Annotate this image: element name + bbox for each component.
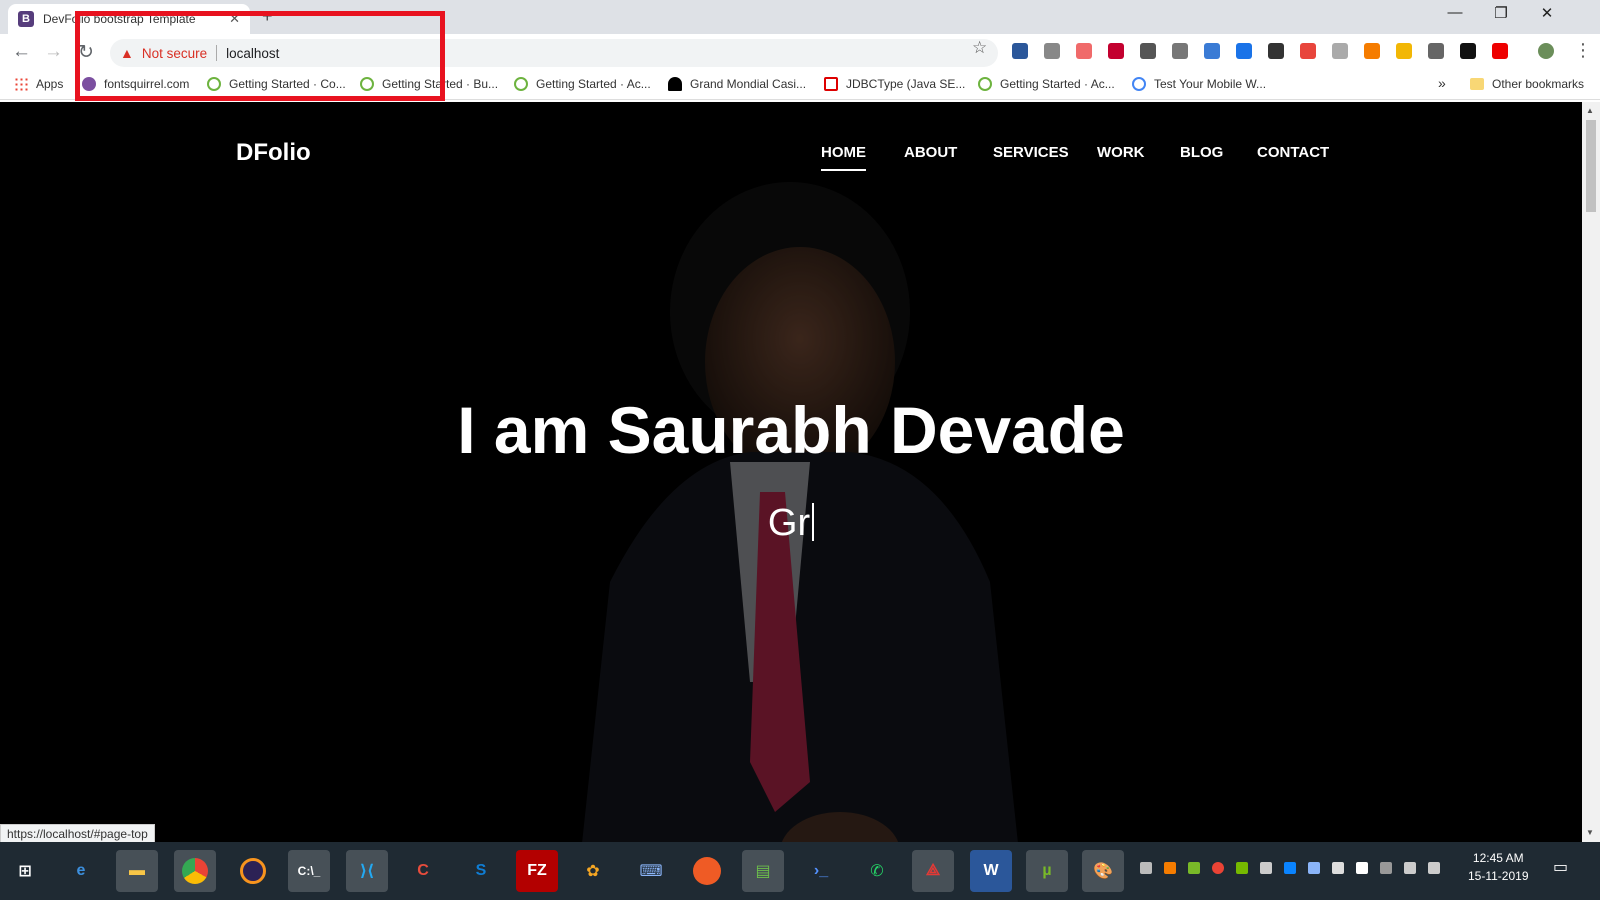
extension-icon[interactable] — [1044, 43, 1060, 59]
tray-chrome-icon[interactable] — [1212, 862, 1224, 874]
forward-icon[interactable]: → — [44, 41, 63, 63]
bookmarks-overflow-button[interactable]: » — [1438, 75, 1446, 91]
project-icon[interactable]: ▤ — [742, 850, 784, 892]
tray-icon[interactable] — [1260, 862, 1272, 874]
hero-typed-text: Gr — [0, 502, 1582, 545]
extension-icon[interactable] — [1140, 43, 1156, 59]
tray-icon[interactable] — [1356, 862, 1368, 874]
tray-icon[interactable] — [1332, 862, 1344, 874]
powershell-icon[interactable]: ›_ — [800, 850, 842, 892]
bookmark-item[interactable]: Test Your Mobile W... — [1132, 77, 1266, 91]
typed-text: Gr — [767, 502, 811, 544]
google-icon — [1132, 77, 1146, 91]
nav-blog-link[interactable]: BLOG — [1180, 144, 1223, 161]
chrome-icon[interactable] — [174, 850, 216, 892]
restore-icon[interactable]: ❐ — [1478, 4, 1524, 22]
windows-start-icon[interactable]: ⊞ — [4, 850, 46, 892]
tray-icon[interactable] — [1164, 862, 1176, 874]
hero-title: I am Saurabh Devade — [457, 393, 1125, 467]
utorrent-icon[interactable]: µ — [1026, 850, 1068, 892]
extension-icon[interactable] — [1460, 43, 1476, 59]
notification-center-icon[interactable]: ▭ — [1553, 857, 1568, 877]
back-icon[interactable]: ← — [12, 41, 31, 63]
nav-work-link[interactable]: WORK — [1097, 144, 1145, 161]
paint-icon[interactable]: 🎨 — [1082, 850, 1124, 892]
spade-icon — [668, 77, 682, 91]
bookmark-apps[interactable]: Apps — [14, 77, 63, 91]
nav-home-link[interactable]: HOME — [821, 144, 866, 171]
extension-icon[interactable] — [1428, 43, 1444, 59]
extension-icon[interactable] — [1076, 43, 1092, 59]
clock-time: 12:45 AM — [1472, 851, 1524, 865]
network-tool-icon[interactable]: ⌨ — [630, 850, 672, 892]
davinci-icon[interactable]: ✿ — [572, 850, 614, 892]
other-bookmarks-folder[interactable]: Other bookmarks — [1470, 77, 1584, 91]
page-scrollbar[interactable]: ▲ ▼ — [1582, 102, 1600, 842]
bookmark-item[interactable]: Getting Started · Ac... — [978, 77, 1115, 91]
spring-leaf-icon — [978, 77, 992, 91]
sublime-icon[interactable]: S — [460, 850, 502, 892]
tray-nvidia-icon[interactable] — [1236, 862, 1248, 874]
status-bar-url: https://localhost/#page-top — [0, 824, 155, 844]
bookmark-item[interactable]: Getting Started · Ac... — [514, 77, 651, 91]
acrobat-icon[interactable]: ⟁ — [912, 850, 954, 892]
bookmark-item[interactable]: Grand Mondial Casi... — [668, 77, 806, 91]
typing-caret — [812, 503, 815, 541]
windows-taskbar: ⊞ e ▬ C:\_ ⟩⟨ C S FZ ✿ ⌨ ▤ ›_ ✆ ⟁ W µ 🎨 … — [0, 842, 1600, 900]
angular-extension-icon[interactable] — [1108, 43, 1124, 59]
scroll-up-icon[interactable]: ▲ — [1586, 106, 1594, 115]
bluetooth-icon[interactable] — [1284, 862, 1296, 874]
system-clock[interactable]: 12:45 AM 15-11-2019 — [1468, 849, 1529, 885]
bookmark-star-icon[interactable]: ☆ — [972, 38, 987, 58]
menu-dots-icon[interactable]: ⋮ — [1574, 40, 1592, 61]
bookmark-item[interactable]: JDBCType (Java SE... — [824, 77, 965, 91]
edge-icon[interactable]: e — [60, 850, 102, 892]
profile-avatar[interactable] — [1538, 43, 1554, 59]
extension-icon[interactable] — [1172, 43, 1188, 59]
postman-icon[interactable] — [686, 850, 728, 892]
browser-chrome: B DevFolio bootstrap Template ✕ + — ❐ ✕ … — [0, 0, 1600, 102]
java-icon — [824, 77, 838, 91]
folder-icon — [1470, 78, 1484, 90]
webpage-viewport: DFolio HOME ABOUT SERVICES WORK BLOG CON… — [0, 102, 1582, 842]
bootstrap-favicon-icon: B — [18, 11, 34, 27]
battery-icon[interactable] — [1380, 862, 1392, 874]
nav-services-link[interactable]: SERVICES — [993, 144, 1069, 161]
close-window-icon[interactable]: ✕ — [1524, 4, 1570, 22]
extension-icon[interactable] — [1300, 43, 1316, 59]
extension-icon[interactable] — [1364, 43, 1380, 59]
annotation-highlight-box — [75, 11, 445, 101]
extension-icon[interactable] — [1204, 43, 1220, 59]
filezilla-icon[interactable]: FZ — [516, 850, 558, 892]
tray-icon[interactable] — [1188, 862, 1200, 874]
cmd-icon[interactable]: C:\_ — [288, 850, 330, 892]
file-explorer-icon[interactable]: ▬ — [116, 850, 158, 892]
extension-icon[interactable] — [1396, 43, 1412, 59]
eclipse-icon[interactable] — [232, 850, 274, 892]
extension-icon[interactable] — [1012, 43, 1028, 59]
wifi-icon[interactable] — [1404, 862, 1416, 874]
volume-icon[interactable] — [1428, 862, 1440, 874]
site-brand-logo[interactable]: DFolio — [236, 139, 311, 167]
extension-icon[interactable] — [1332, 43, 1348, 59]
extension-icon[interactable] — [1492, 43, 1508, 59]
nav-contact-link[interactable]: CONTACT — [1257, 144, 1329, 161]
extension-icon[interactable] — [1236, 43, 1252, 59]
word-icon[interactable]: W — [970, 850, 1012, 892]
hero-dark-overlay — [0, 102, 1582, 842]
ccleaner-icon[interactable]: C — [402, 850, 444, 892]
scrollbar-thumb[interactable] — [1586, 120, 1596, 212]
whatsapp-icon[interactable]: ✆ — [856, 850, 898, 892]
tray-icon[interactable] — [1308, 862, 1320, 874]
minimize-icon[interactable]: — — [1432, 4, 1478, 21]
apps-grid-icon — [14, 77, 28, 91]
scroll-down-icon[interactable]: ▼ — [1586, 828, 1594, 837]
vscode-icon[interactable]: ⟩⟨ — [346, 850, 388, 892]
nav-about-link[interactable]: ABOUT — [904, 144, 957, 161]
extension-icon[interactable] — [1268, 43, 1284, 59]
tray-icon[interactable] — [1140, 862, 1152, 874]
clock-date: 15-11-2019 — [1468, 869, 1529, 883]
spring-leaf-icon — [514, 77, 528, 91]
